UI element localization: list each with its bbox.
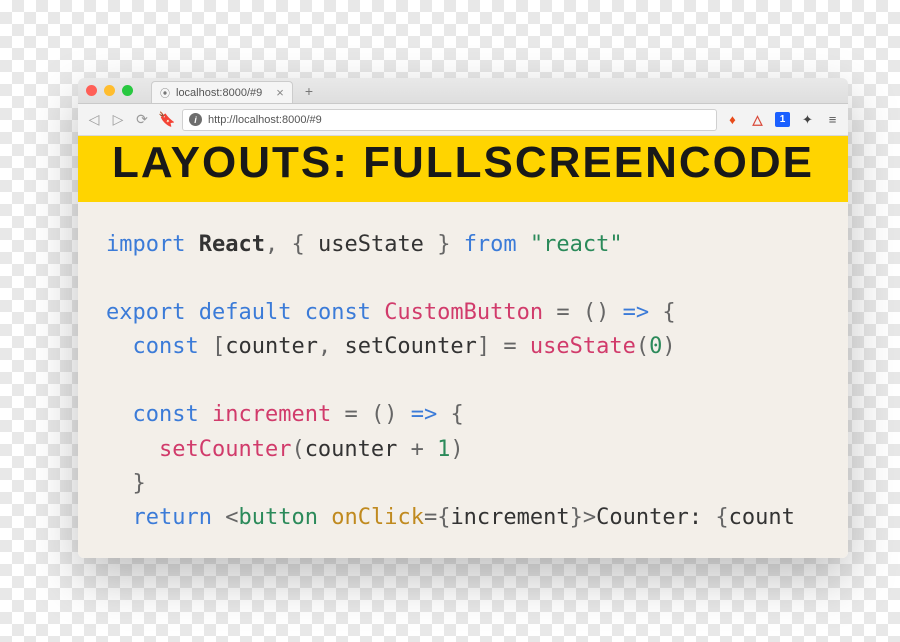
code-token: ]: [477, 334, 490, 359]
code-token: ,: [265, 232, 278, 257]
tab-favicon-icon: ⦿: [160, 85, 170, 100]
warning-triangle-icon[interactable]: △: [750, 112, 765, 127]
code-token: button: [238, 505, 317, 530]
code-token: counter: [305, 437, 398, 462]
toolbar-right: ♦ △ 1 ✦ ≡: [725, 112, 840, 127]
code-token: ): [450, 437, 463, 462]
maximize-window-button[interactable]: [122, 85, 133, 96]
code-token: =: [556, 300, 569, 325]
code-token: =: [424, 505, 437, 530]
titlebar: ⦿ localhost:8000/#9 × +: [78, 78, 848, 104]
url-text: http://localhost:8000/#9: [208, 114, 322, 126]
code-token: "react": [530, 232, 623, 257]
code-token: Counter:: [596, 505, 715, 530]
code-token: export: [106, 300, 185, 325]
code-token: {: [450, 402, 463, 427]
forward-button[interactable]: ▷: [110, 111, 126, 128]
code-token: =>: [411, 402, 438, 427]
browser-tab[interactable]: ⦿ localhost:8000/#9 ×: [151, 81, 293, 103]
code-token: useState: [318, 232, 424, 257]
code-token: increment: [212, 402, 331, 427]
minimize-window-button[interactable]: [104, 85, 115, 96]
extensions-icon[interactable]: ✦: [800, 112, 815, 127]
tab-title: localhost:8000/#9: [176, 87, 262, 99]
hamburger-menu-icon[interactable]: ≡: [825, 112, 840, 127]
code-token: const: [133, 334, 199, 359]
code-token: (): [583, 300, 610, 325]
code-token: (): [371, 402, 398, 427]
code-token: {: [715, 505, 728, 530]
code-token: 1: [437, 437, 450, 462]
reload-button[interactable]: ⟳: [134, 111, 150, 128]
code-token: increment: [450, 505, 569, 530]
page-content: LAYOUTS: FULLSCREENCODE import React, { …: [78, 136, 848, 558]
code-token: }: [437, 232, 450, 257]
close-tab-button[interactable]: ×: [276, 86, 284, 99]
url-field[interactable]: i http://localhost:8000/#9: [182, 109, 717, 131]
back-button[interactable]: ◁: [86, 111, 102, 128]
code-token: ): [662, 334, 675, 359]
code-token: }: [133, 471, 146, 496]
brave-shield-icon[interactable]: ♦: [725, 112, 740, 127]
code-token: [: [212, 334, 225, 359]
code-token: +: [411, 437, 424, 462]
code-token: (: [291, 437, 304, 462]
code-token: const: [133, 402, 199, 427]
code-token: {: [291, 232, 304, 257]
page-title: LAYOUTS: FULLSCREENCODE: [78, 138, 848, 188]
code-token: useState: [530, 334, 636, 359]
new-tab-button[interactable]: +: [305, 83, 313, 99]
code-token: const: [305, 300, 371, 325]
code-token: onClick: [331, 505, 424, 530]
code-token: CustomButton: [384, 300, 543, 325]
code-token: setCounter: [159, 437, 291, 462]
banner: LAYOUTS: FULLSCREENCODE: [78, 136, 848, 202]
code-token: from: [464, 232, 517, 257]
traffic-lights: [86, 85, 133, 96]
code-token: default: [199, 300, 292, 325]
code-token: setCounter: [344, 334, 476, 359]
code-token: <: [225, 505, 238, 530]
code-token: return: [133, 505, 212, 530]
code-token: counter: [225, 334, 318, 359]
close-window-button[interactable]: [86, 85, 97, 96]
code-token: }: [570, 505, 583, 530]
code-token: >: [583, 505, 596, 530]
code-token: =>: [623, 300, 650, 325]
code-block: import React, { useState } from "react" …: [78, 202, 848, 558]
code-token: (: [636, 334, 649, 359]
code-token: React: [199, 232, 265, 257]
code-token: =: [503, 334, 516, 359]
code-token: count: [729, 505, 795, 530]
site-info-icon[interactable]: i: [189, 113, 202, 126]
address-bar: ◁ ▷ ⟳ 🔖 i http://localhost:8000/#9 ♦ △ 1…: [78, 104, 848, 136]
code-token: {: [662, 300, 675, 325]
code-token: {: [437, 505, 450, 530]
code-token: ,: [318, 334, 331, 359]
browser-window: ⦿ localhost:8000/#9 × + ◁ ▷ ⟳ 🔖 i http:/…: [78, 78, 848, 558]
code-token: 0: [649, 334, 662, 359]
code-token: =: [344, 402, 357, 427]
bookmark-button[interactable]: 🔖: [158, 111, 174, 128]
code-token: import: [106, 232, 185, 257]
onepassword-icon[interactable]: 1: [775, 112, 790, 127]
